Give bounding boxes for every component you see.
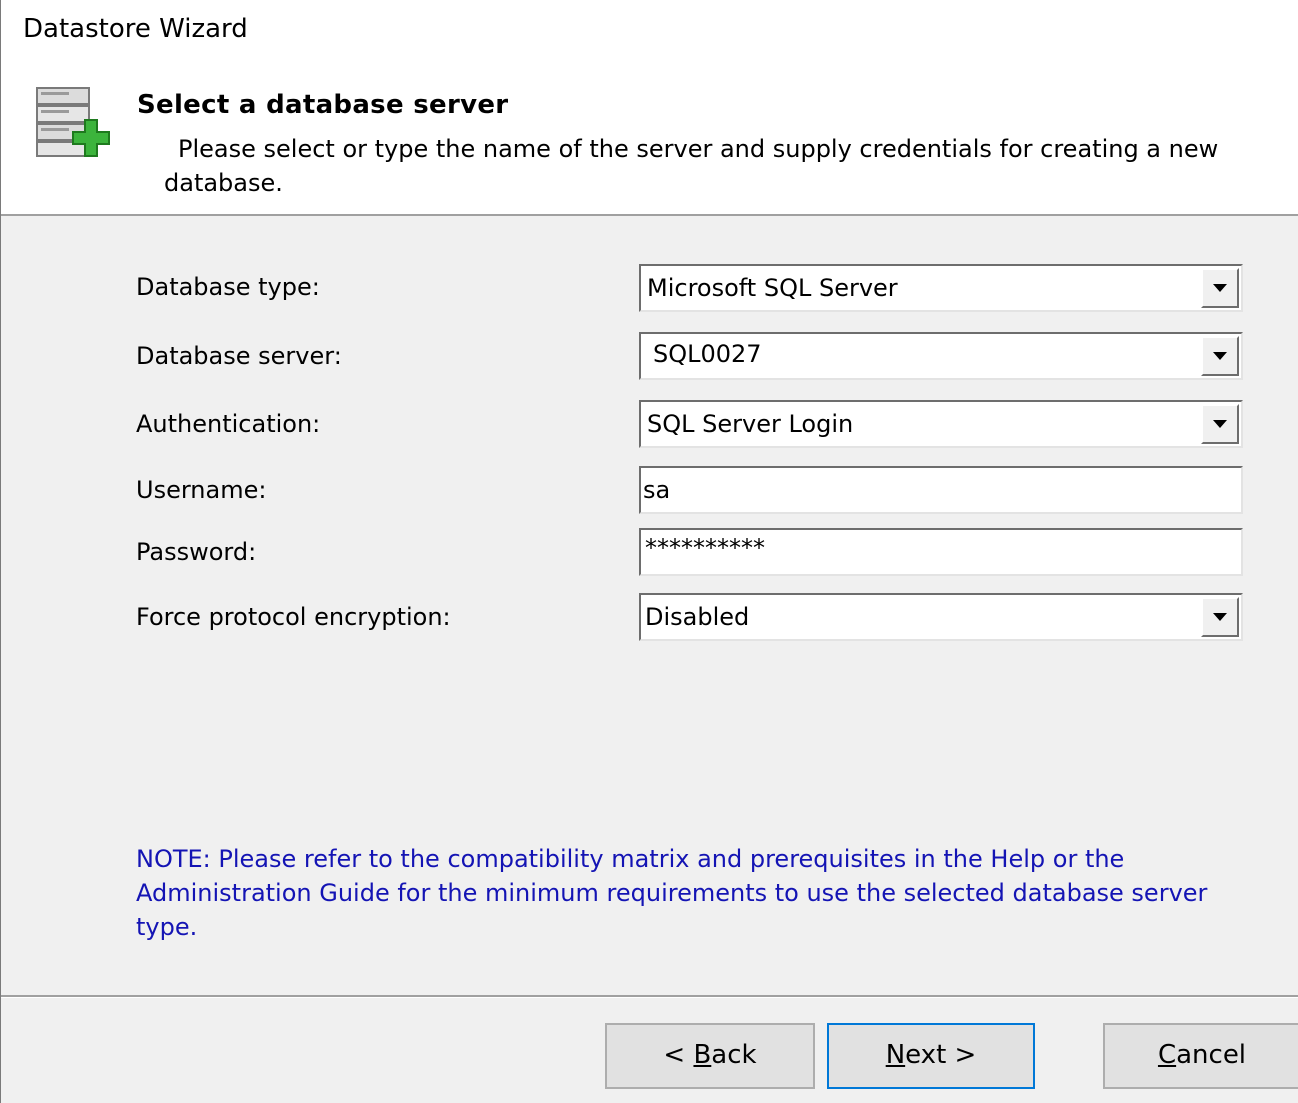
- force-encryption-dropdown-button[interactable]: [1201, 597, 1239, 637]
- footer-divider: [1, 995, 1298, 998]
- next-button-mnemonic: N: [885, 1040, 906, 1070]
- database-type-label: Database type:: [136, 273, 320, 301]
- password-field[interactable]: **********: [639, 528, 1243, 576]
- chevron-down-icon: [1213, 420, 1227, 428]
- username-field[interactable]: sa: [639, 466, 1243, 514]
- compatibility-note: NOTE: Please refer to the compatibility …: [136, 845, 1208, 941]
- back-button-mnemonic: B: [693, 1040, 712, 1070]
- database-server-label: Database server:: [136, 342, 342, 370]
- chevron-down-icon: [1213, 352, 1227, 360]
- force-encryption-value: Disabled: [645, 603, 750, 631]
- force-encryption-select[interactable]: Disabled: [639, 593, 1243, 641]
- back-button-prefix: <: [663, 1040, 694, 1070]
- cancel-button[interactable]: Cancel: [1103, 1023, 1298, 1089]
- chevron-down-icon: [1213, 284, 1227, 292]
- back-button[interactable]: < Back: [605, 1023, 815, 1089]
- page-description: Please select or type the name of the se…: [164, 135, 1219, 197]
- database-add-icon: [31, 84, 117, 164]
- database-type-dropdown-button[interactable]: [1201, 268, 1239, 308]
- cancel-button-label: ancel: [1176, 1040, 1247, 1070]
- window-title: Datastore Wizard: [23, 14, 248, 44]
- database-server-value: SQL0027: [653, 340, 762, 368]
- back-button-label: ack: [711, 1040, 757, 1070]
- password-value: **********: [645, 534, 765, 562]
- database-server-select[interactable]: SQL0027: [639, 332, 1243, 380]
- database-server-dropdown-button[interactable]: [1201, 336, 1239, 376]
- next-button[interactable]: Next >: [827, 1023, 1035, 1089]
- title-bar: Datastore Wizard: [1, 0, 1298, 62]
- password-label: Password:: [136, 538, 257, 566]
- next-button-label: ext >: [905, 1040, 977, 1070]
- force-encryption-label: Force protocol encryption:: [136, 603, 451, 631]
- authentication-dropdown-button[interactable]: [1201, 404, 1239, 444]
- authentication-value: SQL Server Login: [647, 410, 854, 438]
- database-type-select[interactable]: Microsoft SQL Server: [639, 264, 1243, 312]
- database-type-value: Microsoft SQL Server: [647, 274, 898, 302]
- chevron-down-icon: [1213, 613, 1227, 621]
- username-value: sa: [643, 476, 671, 504]
- authentication-select[interactable]: SQL Server Login: [639, 400, 1243, 448]
- username-label: Username:: [136, 476, 267, 504]
- cancel-button-mnemonic: C: [1157, 1040, 1177, 1070]
- authentication-label: Authentication:: [136, 410, 321, 438]
- wizard-header: Select a database server Please select o…: [1, 62, 1298, 216]
- datastore-wizard-window: Datastore Wizard Select a database serve…: [0, 0, 1298, 1103]
- page-title: Select a database server: [137, 90, 509, 120]
